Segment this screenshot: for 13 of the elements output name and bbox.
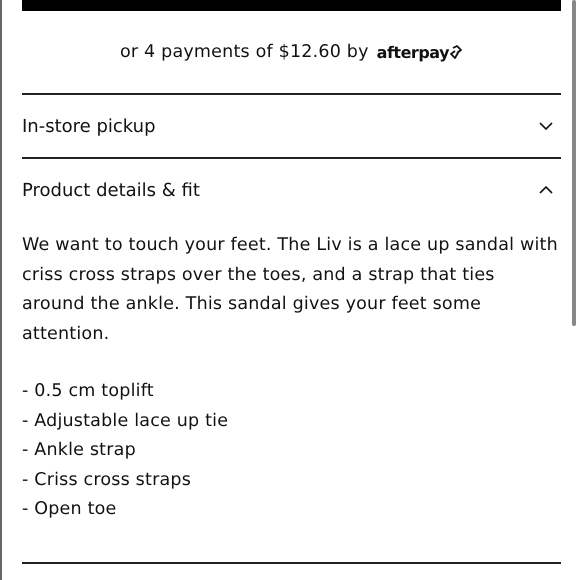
feature-item: - Ankle strap — [22, 439, 137, 462]
afterpay-arrows-icon — [449, 45, 464, 59]
accordion-header[interactable]: In-store pickup — [22, 95, 561, 157]
product-description: We want to touch your feet. The Liv is a lace up sandal with criss cross straps over the toes, and a strap that ties around the ankle. This sandal gives your feet some attention. — [22, 234, 559, 346]
feature-item: - Criss cross straps — [22, 468, 192, 492]
feature-item: - Open toe — [22, 498, 118, 521]
afterpay-logo: afterpay — [376, 42, 450, 62]
feature-item: - 0.5 cm toplift — [22, 380, 155, 403]
feature-item: - Adjustable lace up tie — [22, 410, 230, 432]
scrollbar[interactable] — [572, 0, 576, 326]
accordion-header[interactable]: Product details & fit — [22, 159, 561, 221]
add-to-cart-bar[interactable] — [22, 0, 561, 11]
installment-text: or 4 payments of $12.60 by — [120, 42, 369, 62]
